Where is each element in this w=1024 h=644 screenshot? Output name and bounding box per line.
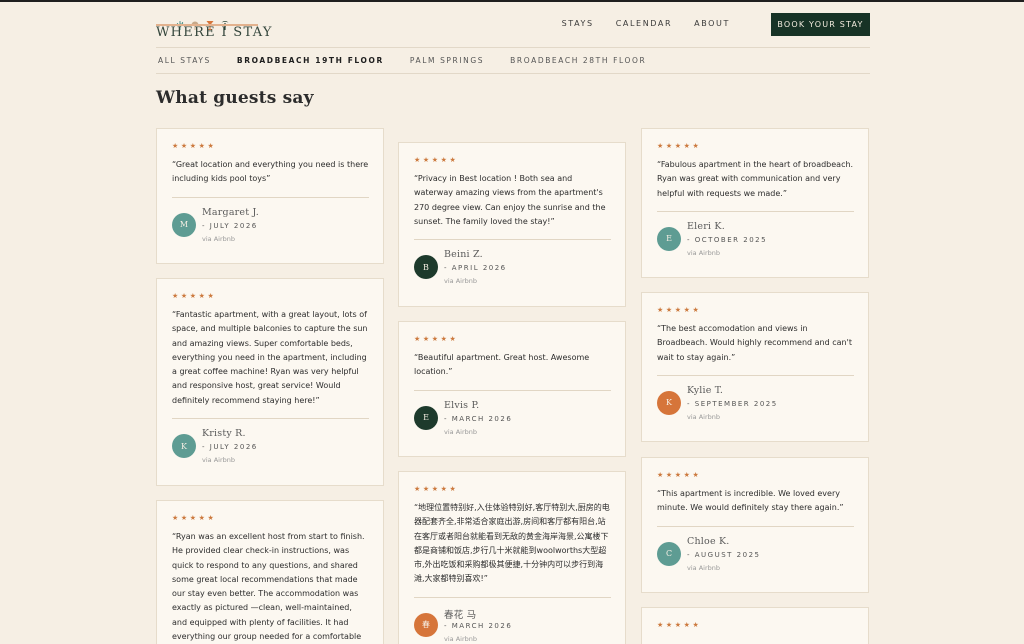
divider xyxy=(657,374,854,376)
review-card: ★★★★★ xyxy=(641,607,869,644)
review-quote: “Fantastic apartment, with a great layou… xyxy=(172,310,368,405)
review-date: - MARCH 2026 xyxy=(444,621,513,630)
review-card: ★★★★★ “Fabulous apartment in the heart o… xyxy=(641,128,869,278)
review-source: via Airbnb xyxy=(687,248,720,257)
rating-stars: ★★★★★ xyxy=(657,471,702,479)
logo-icons xyxy=(176,11,229,30)
review-quote: “Fabulous apartment in the heart of broa… xyxy=(657,160,854,198)
review-quote: “The best accomodation and views in Broa… xyxy=(657,324,852,362)
review-source: via Airbnb xyxy=(444,277,477,286)
divider xyxy=(414,389,611,391)
review-card: ★★★★★ “Beautiful apartment. Great host. … xyxy=(398,321,626,457)
review-date: - JULY 2026 xyxy=(202,221,258,230)
review-quote: “地理位置特别好,入住体验特别好,客厅特别大,厨房的电器配套齐全,非常适合家庭出… xyxy=(414,503,610,584)
review-card: ★★★★★ “Ryan was an excellent host from s… xyxy=(156,500,384,644)
review-card: ★★★★★ “The best accomodation and views i… xyxy=(641,292,869,442)
review-author: K Kylie T. - SEPTEMBER 2025 via Airbnb xyxy=(657,385,854,425)
review-source: via Airbnb xyxy=(202,456,235,465)
review-card: ★★★★★ “Fantastic apartment, with a great… xyxy=(156,278,384,486)
brand-name: WHERE I STAY xyxy=(156,25,273,40)
divider xyxy=(172,196,369,198)
review-source: via Airbnb xyxy=(687,563,720,572)
author-name: 春花 马 xyxy=(444,609,477,621)
divider xyxy=(414,596,611,598)
review-source: via Airbnb xyxy=(687,412,720,421)
avatar: E xyxy=(657,226,681,251)
nav-calendar[interactable]: CALENDAR xyxy=(616,19,672,28)
book-your-stay-button[interactable]: BOOK YOUR STAY xyxy=(771,13,870,36)
section-title: What guests say xyxy=(156,88,314,108)
review-author: M Margaret J. - JULY 2026 via Airbnb xyxy=(172,207,369,247)
review-source: via Airbnb xyxy=(202,234,235,243)
stays-subnav: ALL STAYS BROADBEACH 19TH FLOOR PALM SPR… xyxy=(156,48,870,74)
rating-stars: ★★★★★ xyxy=(172,514,217,522)
site-header: WHERE I STAY STAYS CALENDAR ABOUT BOOK Y… xyxy=(156,2,870,48)
author-name: Elvis P. xyxy=(444,399,480,411)
rating-stars: ★★★★★ xyxy=(414,156,459,164)
subnav-all-stays[interactable]: ALL STAYS xyxy=(158,56,211,65)
author-name: Margaret J. xyxy=(202,206,259,218)
review-author: C Chloe K. - AUGUST 2025 via Airbnb xyxy=(657,536,854,576)
divider xyxy=(657,525,854,527)
avatar: C xyxy=(657,541,681,566)
divider xyxy=(172,418,369,420)
review-source: via Airbnb xyxy=(444,634,477,643)
review-quote: “Beautiful apartment. Great host. Awesom… xyxy=(414,353,590,377)
avatar: K xyxy=(172,434,196,459)
nav-about[interactable]: ABOUT xyxy=(694,19,730,28)
review-card: ★★★★★ “Great location and everything you… xyxy=(156,128,384,264)
author-name: Eleri K. xyxy=(687,220,725,232)
review-card: ★★★★★ “地理位置特别好,入住体验特别好,客厅特别大,厨房的电器配套齐全,非… xyxy=(398,471,626,644)
subnav-broadbeach-28th-floor[interactable]: BROADBEACH 28TH FLOOR xyxy=(510,56,646,65)
avatar: M xyxy=(172,212,196,237)
review-date: - MARCH 2026 xyxy=(444,414,513,423)
review-date: - JULY 2026 xyxy=(202,443,258,452)
review-author: E Elvis P. - MARCH 2026 via Airbnb xyxy=(414,400,611,440)
rating-stars: ★★★★★ xyxy=(657,306,702,314)
review-date: - OCTOBER 2025 xyxy=(687,235,768,244)
rating-stars: ★★★★★ xyxy=(414,485,459,493)
avatar: K xyxy=(657,390,681,415)
rating-stars: ★★★★★ xyxy=(172,292,217,300)
review-author: B Beini Z. - APRIL 2026 via Airbnb xyxy=(414,249,611,289)
review-author: K Kristy R. - JULY 2026 via Airbnb xyxy=(172,428,369,468)
rating-stars: ★★★★★ xyxy=(657,621,702,629)
review-date: - APRIL 2026 xyxy=(444,264,507,273)
nav-stays[interactable]: STAYS xyxy=(562,19,594,28)
review-quote: “This apartment is incredible. We loved … xyxy=(657,489,844,513)
review-date: - AUGUST 2025 xyxy=(687,550,761,559)
author-name: Chloe K. xyxy=(687,535,730,547)
avatar: E xyxy=(414,405,438,430)
review-card: ★★★★★ “This apartment is incredible. We … xyxy=(641,457,869,593)
review-quote: “Great location and everything you need … xyxy=(172,160,369,184)
brand-logo[interactable]: WHERE I STAY xyxy=(156,11,271,41)
rating-stars: ★★★★★ xyxy=(657,142,702,150)
subnav-palm-springs[interactable]: PALM SPRINGS xyxy=(410,56,484,65)
author-name: Kristy R. xyxy=(202,428,246,440)
review-author: E Eleri K. - OCTOBER 2025 via Airbnb xyxy=(657,221,854,261)
review-author: 春 春花 马 - MARCH 2026 via Airbnb xyxy=(414,607,611,644)
main-nav: STAYS CALENDAR ABOUT xyxy=(562,19,730,28)
review-quote: “Ryan was an excellent host from start t… xyxy=(172,532,365,642)
rating-stars: ★★★★★ xyxy=(172,142,217,150)
divider xyxy=(414,239,611,241)
review-source: via Airbnb xyxy=(444,427,477,436)
subnav-broadbeach-19th-floor[interactable]: BROADBEACH 19TH FLOOR xyxy=(237,56,384,65)
avatar: B xyxy=(414,255,438,280)
avatar: 春 xyxy=(414,612,438,637)
rating-stars: ★★★★★ xyxy=(414,335,459,343)
author-name: Kylie T. xyxy=(687,384,724,396)
author-name: Beini Z. xyxy=(444,249,483,261)
review-quote: “Privacy in Best location ! Both sea and… xyxy=(414,174,606,226)
review-date: - SEPTEMBER 2025 xyxy=(687,399,778,408)
review-card: ★★★★★ “Privacy in Best location ! Both s… xyxy=(398,142,626,307)
divider xyxy=(657,210,854,212)
